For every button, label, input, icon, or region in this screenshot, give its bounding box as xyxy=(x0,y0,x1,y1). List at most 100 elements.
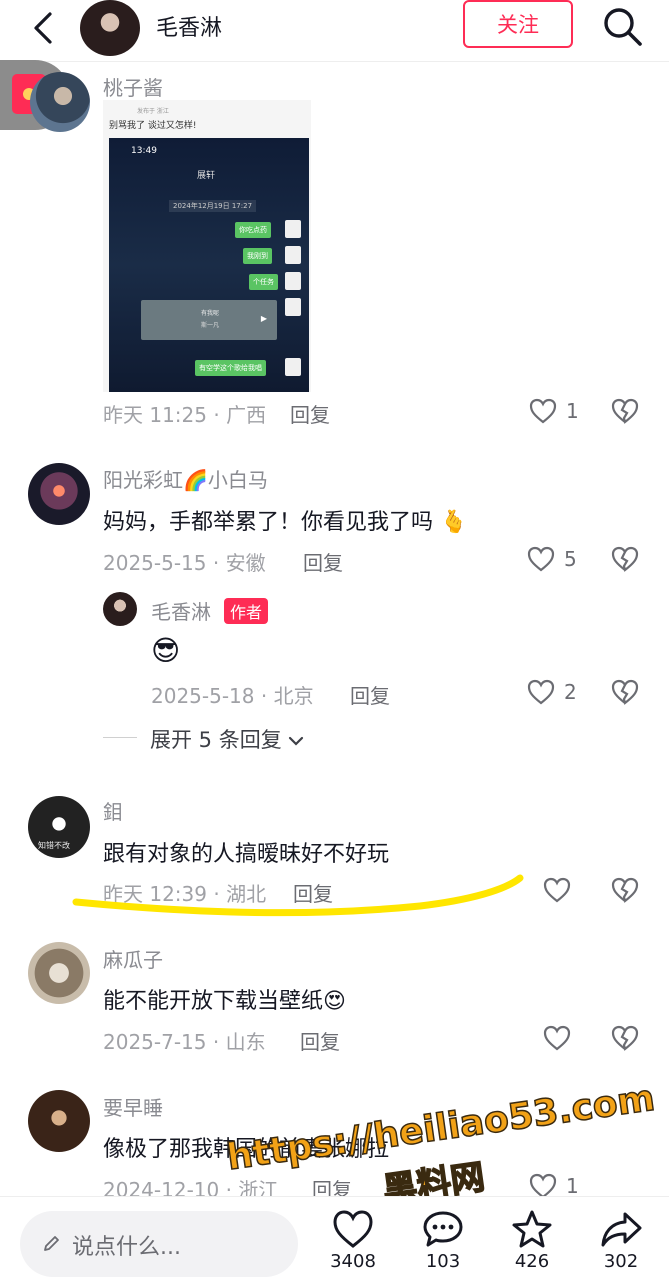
broken-heart-icon xyxy=(611,546,639,572)
back-button[interactable] xyxy=(24,8,64,48)
star-icon xyxy=(512,1210,552,1248)
broken-heart-icon xyxy=(611,398,639,424)
comment-text: 能不能开放下载当壁纸😍 xyxy=(103,989,346,1014)
broken-heart-icon xyxy=(611,679,639,705)
bottom-bar: 说点什么... 3408 103 426 302 xyxy=(0,1196,669,1280)
status-time: 13:49 xyxy=(131,146,157,156)
comment-text: 跟有对象的人搞暧昧好不好玩 xyxy=(103,842,390,867)
author-avatar[interactable] xyxy=(80,0,140,56)
like-action[interactable]: 3408 xyxy=(318,1209,388,1272)
author-name[interactable]: 毛香淋 xyxy=(156,10,222,42)
chat-icon xyxy=(285,298,301,316)
comment-text: 妈妈，手都举累了！你看见我了吗 🫰 xyxy=(103,510,468,535)
chat-date: 2024年12月19日 17:27 xyxy=(169,200,257,212)
like-button[interactable]: 2 xyxy=(526,677,577,707)
top-bar: 毛香淋 关注 xyxy=(0,0,669,62)
dislike-button[interactable] xyxy=(610,677,640,707)
dislike-button[interactable] xyxy=(610,1023,640,1053)
author-reply-meta: 2025-5-18 · 北京 xyxy=(151,684,314,708)
dislike-button[interactable] xyxy=(610,544,640,574)
avatar[interactable] xyxy=(28,1090,90,1152)
comment-image[interactable]: 发布于 浙江 别骂我了 谈过又怎样! 13:49 展轩 2024年12月19日 … xyxy=(103,100,311,392)
like-button[interactable]: 5 xyxy=(526,544,577,574)
author-reply-avatar[interactable] xyxy=(103,592,137,626)
chat-bubble: 我刚到 xyxy=(243,248,272,264)
pencil-icon xyxy=(44,1236,59,1251)
music-card: 有我呢 斯一凡 ▶ xyxy=(141,300,277,340)
share-total: 302 xyxy=(603,1251,639,1272)
reply-button[interactable]: 回复 xyxy=(350,680,390,709)
chat-icon xyxy=(285,220,301,238)
author-reply-username[interactable]: 毛香淋 xyxy=(151,596,211,625)
like-count: 1 xyxy=(566,399,579,423)
heart-icon xyxy=(333,1210,373,1248)
comment-meta: 2025-7-15 · 山东 xyxy=(103,1030,266,1054)
expand-replies-button[interactable]: 展开 5 条回复 xyxy=(150,724,304,754)
chat-bubble: 个任务 xyxy=(249,274,278,290)
dislike-button[interactable] xyxy=(610,875,640,905)
reply-button[interactable]: 回复 xyxy=(290,399,330,428)
heart-icon xyxy=(543,877,571,903)
avatar[interactable]: 知错不改 xyxy=(28,796,90,858)
heart-icon xyxy=(527,546,555,572)
avatar[interactable] xyxy=(30,72,90,132)
follow-button[interactable]: 关注 xyxy=(463,0,573,48)
share-action[interactable]: 302 xyxy=(586,1209,656,1272)
comment-total: 103 xyxy=(425,1251,461,1272)
music-card-artist: 斯一凡 xyxy=(201,322,220,329)
highlight-stroke xyxy=(72,874,524,917)
author-tag: 作者 xyxy=(224,598,269,624)
comment-action[interactable]: 103 xyxy=(408,1209,478,1272)
search-button[interactable] xyxy=(600,4,644,48)
chat-icon xyxy=(285,246,301,264)
watermark-url: https://heiliao53.com xyxy=(224,1077,658,1179)
dislike-button[interactable] xyxy=(610,396,640,426)
like-count: 5 xyxy=(564,547,577,571)
comment-text: 像极了那我韩国的前妻张娜拉 xyxy=(103,1137,390,1162)
chevron-left-icon xyxy=(34,12,52,44)
like-button[interactable] xyxy=(542,1023,580,1053)
chat-bubble: 你吃点药 xyxy=(235,222,271,238)
comment-username[interactable]: 桃子酱 xyxy=(103,72,163,101)
favorite-action[interactable]: 426 xyxy=(497,1209,567,1272)
heart-icon xyxy=(529,398,557,424)
comment-username[interactable]: 鉬 xyxy=(103,796,123,825)
reply-button[interactable]: 回复 xyxy=(300,1026,340,1055)
chat-icon xyxy=(285,358,301,376)
favorite-total: 426 xyxy=(514,1251,550,1272)
reply-button[interactable]: 回复 xyxy=(303,547,343,576)
comment-meta: 昨天 12:39 · 湖北 xyxy=(103,882,267,906)
comment-username[interactable]: 阳光彩虹🌈小白马 xyxy=(103,464,268,493)
like-count: 1 xyxy=(566,1174,579,1198)
comment-username[interactable]: 麻瓜子 xyxy=(103,944,163,973)
expand-divider xyxy=(103,737,137,738)
expand-replies-label: 展开 5 条回复 xyxy=(150,728,282,752)
like-count: 2 xyxy=(564,680,577,704)
comment-input-placeholder: 说点什么... xyxy=(72,1235,181,1260)
author-reply-text: 😎 xyxy=(151,634,181,667)
chat-title: 展轩 xyxy=(197,171,216,181)
like-button[interactable] xyxy=(542,875,580,905)
like-total: 3408 xyxy=(330,1251,376,1272)
comment-input[interactable]: 说点什么... xyxy=(20,1211,298,1277)
like-button[interactable]: 1 xyxy=(528,396,579,426)
comment-meta: 昨天 11:25 · 广西 xyxy=(103,403,267,427)
comment-bubble-icon xyxy=(423,1211,463,1247)
share-icon xyxy=(601,1212,642,1247)
heart-icon xyxy=(543,1025,571,1051)
chat-bubble: 有空学这个歌给我唱 xyxy=(195,360,266,376)
play-icon: ▶ xyxy=(260,314,267,323)
search-icon xyxy=(604,8,642,46)
music-card-title: 有我呢 xyxy=(201,310,220,317)
chevron-down-icon xyxy=(289,736,304,746)
avatar[interactable] xyxy=(28,942,90,1004)
comment-username[interactable]: 要早睡 xyxy=(103,1092,163,1121)
chat-screenshot: 13:49 展轩 2024年12月19日 17:27 你吃点药 我刚到 个任务 … xyxy=(109,138,309,392)
comment-meta: 2025-5-15 · 安徽 xyxy=(103,551,266,575)
image-caption-sub: 发布于 浙江 xyxy=(137,108,169,115)
avatar[interactable] xyxy=(28,463,90,525)
broken-heart-icon xyxy=(611,1025,639,1051)
broken-heart-icon xyxy=(611,877,639,903)
chat-icon xyxy=(285,272,301,290)
reply-button[interactable]: 回复 xyxy=(293,878,333,907)
